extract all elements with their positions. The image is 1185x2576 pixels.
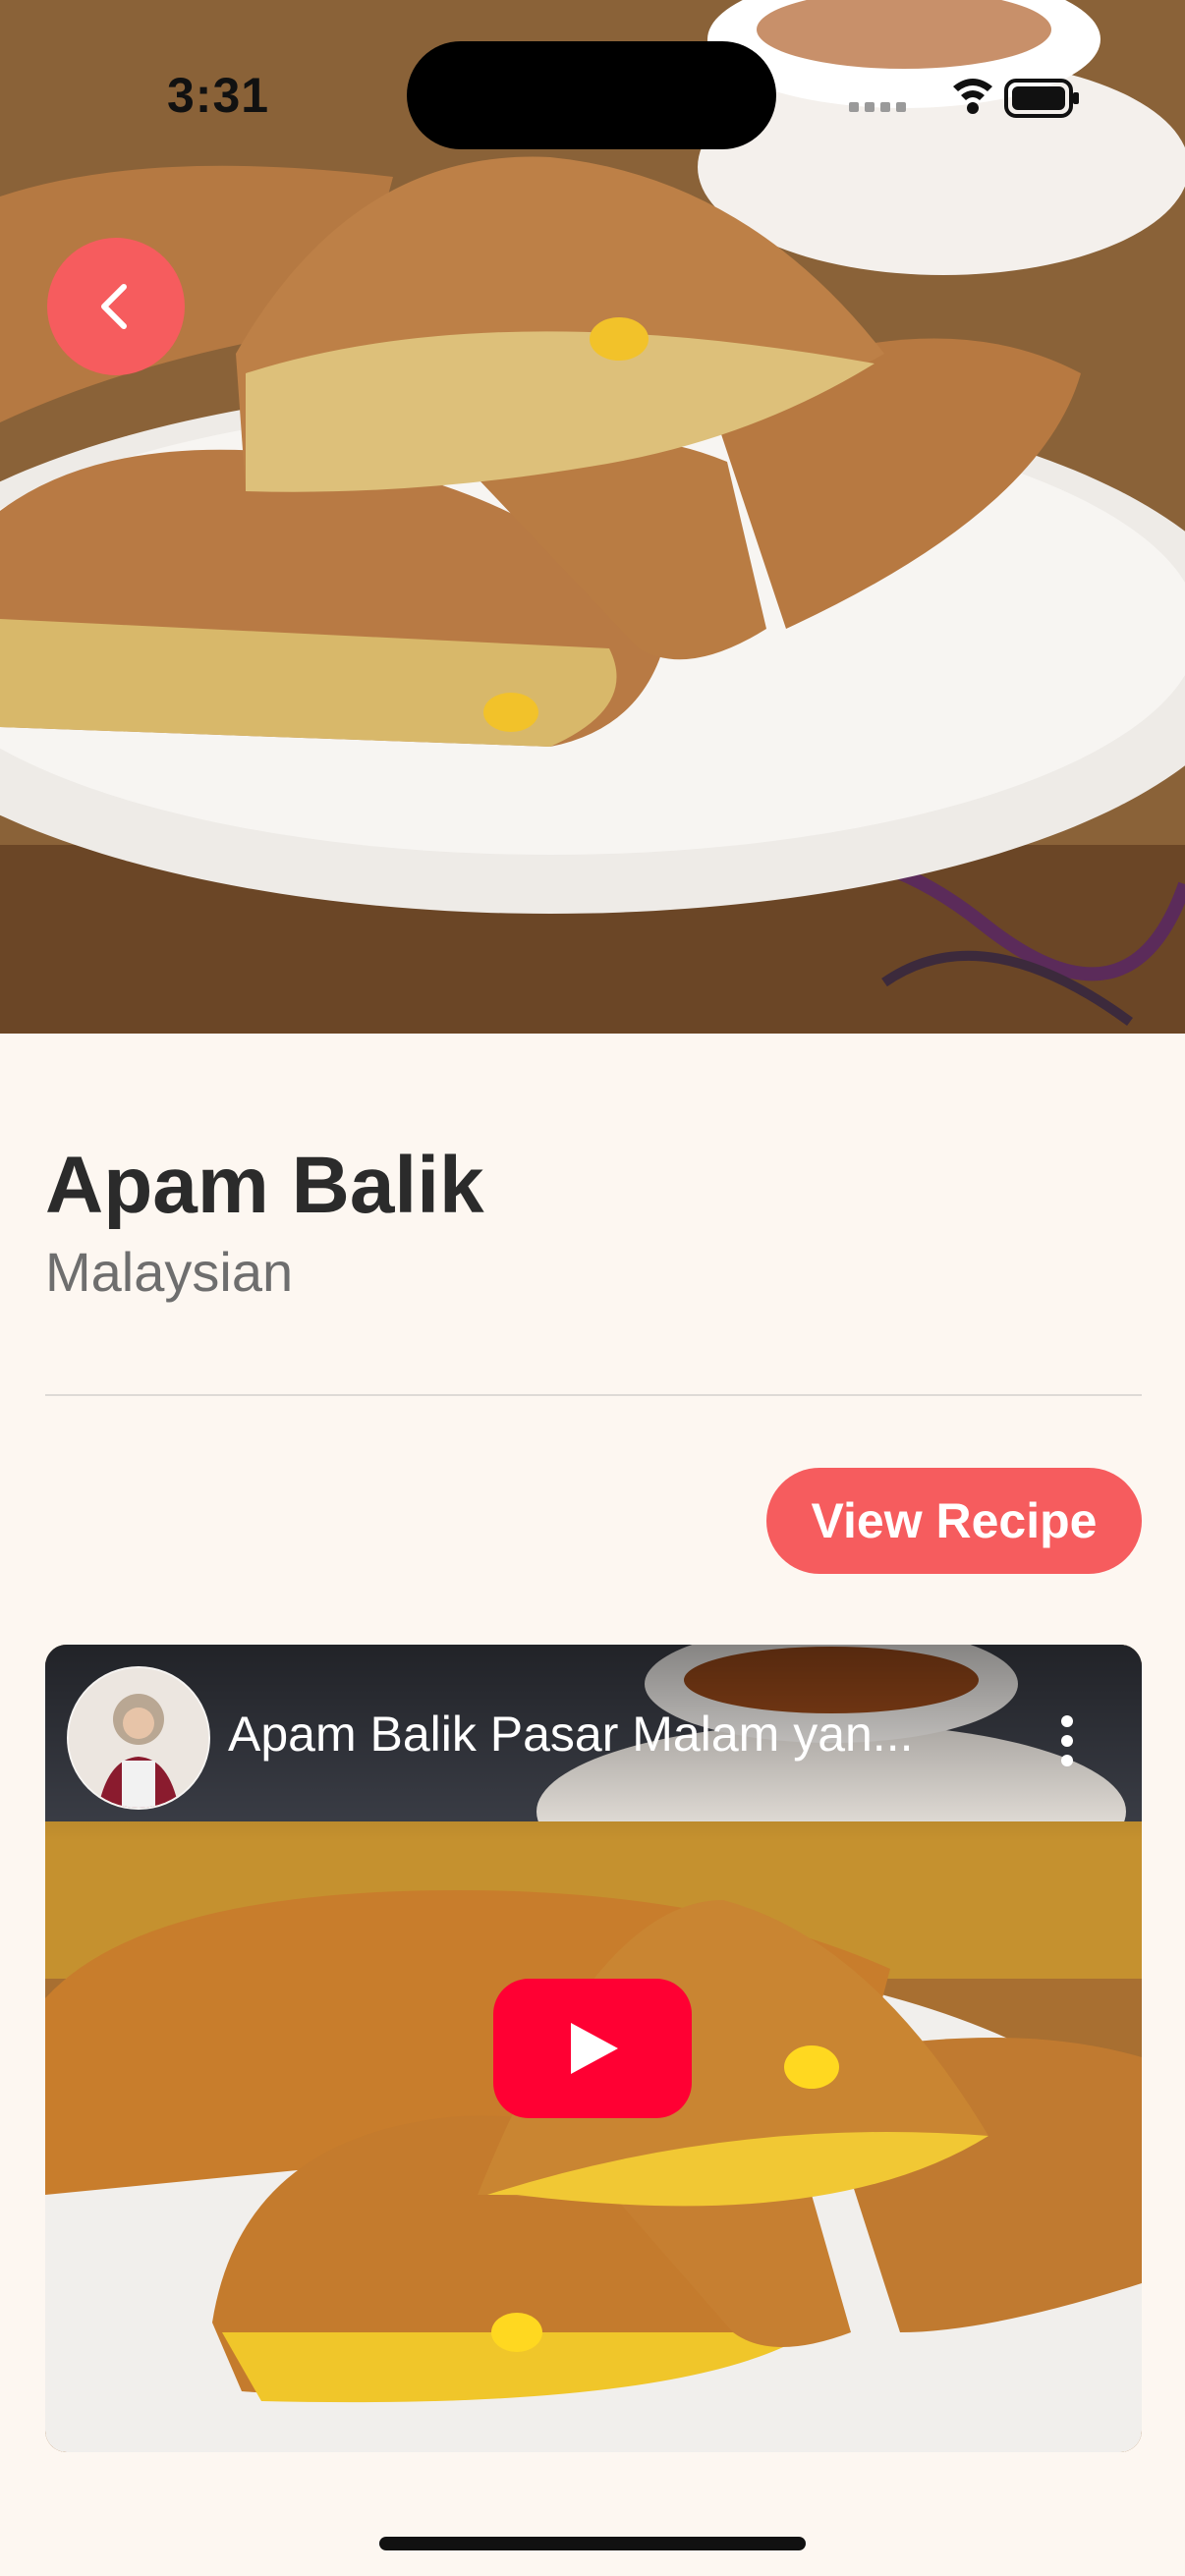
avatar-image	[69, 1668, 208, 1808]
status-time: 3:31	[167, 68, 270, 123]
cellular-signal-icon	[849, 102, 906, 112]
play-icon	[571, 2023, 618, 2074]
more-vertical-icon[interactable]	[1057, 1715, 1077, 1770]
recipe-title: Apam Balik	[45, 1141, 484, 1230]
status-icons	[845, 69, 1081, 129]
back-button[interactable]	[47, 238, 185, 375]
wifi-icon	[953, 79, 992, 114]
dynamic-island	[407, 41, 776, 149]
home-indicator[interactable]	[379, 2537, 806, 2550]
battery-icon	[1004, 79, 1079, 118]
divider	[45, 1394, 1142, 1396]
play-button[interactable]	[493, 1979, 692, 2118]
video-player[interactable]: Apam Balik Pasar Malam yan...	[45, 1645, 1142, 2452]
recipe-cuisine: Malaysian	[45, 1241, 294, 1303]
chevron-left-icon	[101, 284, 127, 329]
hero-food-illustration	[0, 0, 1185, 1034]
hero-image	[0, 0, 1185, 1034]
view-recipe-button[interactable]: View Recipe	[766, 1468, 1142, 1574]
video-title[interactable]: Apam Balik Pasar Malam yan...	[228, 1706, 1004, 1763]
channel-avatar[interactable]	[67, 1666, 210, 1810]
